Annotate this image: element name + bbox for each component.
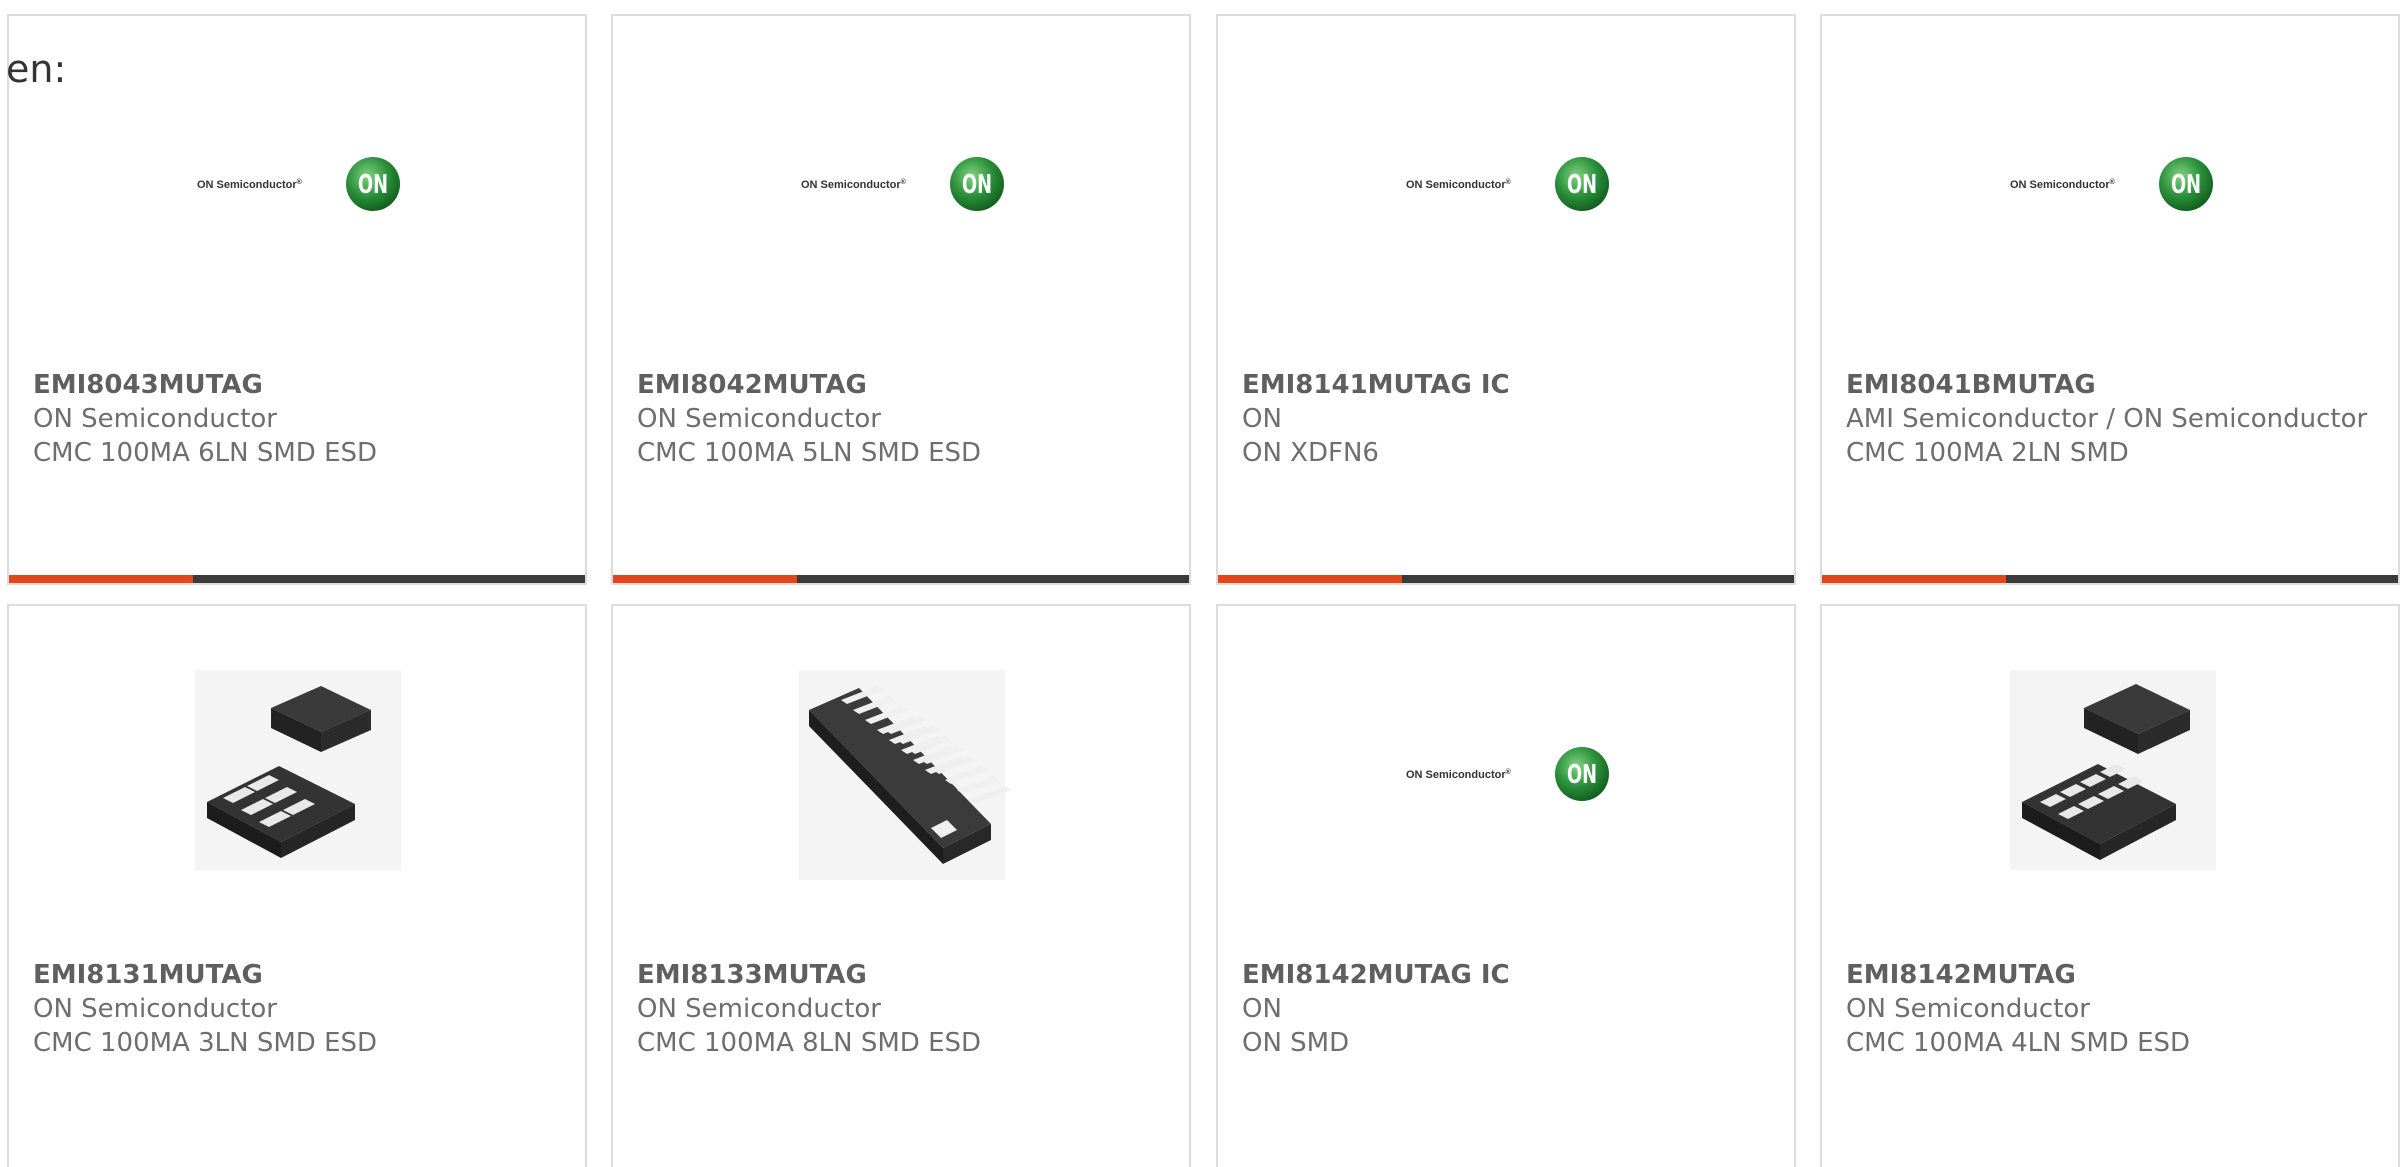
card-progress-fill xyxy=(1822,575,2007,583)
logo-badge: ON xyxy=(962,170,992,200)
product-image[interactable] xyxy=(9,606,585,936)
card-progress-fill xyxy=(9,575,194,583)
product-image[interactable] xyxy=(613,606,1189,936)
product-image[interactable]: ON Semiconductor® ON xyxy=(1218,16,1794,346)
language-label: en: xyxy=(6,47,67,91)
product-part-number[interactable]: EMI8131MUTAG xyxy=(33,958,569,992)
product-info: EMI8043MUTAG ON Semiconductor CMC 100MA 6L… xyxy=(33,368,569,470)
product-description: ON SMD xyxy=(1242,1028,1350,1058)
on-semiconductor-logo-image: ON Semiconductor® ON xyxy=(2010,157,2213,211)
logo-badge: ON xyxy=(1567,760,1597,790)
product-part-number[interactable]: EMI8041BMUTAG xyxy=(1846,368,2382,402)
card-progress-bar xyxy=(1218,575,1794,583)
product-description: CMC 100MA 8LN SMD ESD xyxy=(637,1028,982,1058)
product-part-number[interactable]: EMI8133MUTAG xyxy=(637,958,1173,992)
on-semiconductor-logo-image: ON Semiconductor® ON xyxy=(801,157,1004,211)
product-info: EMI8042MUTAG ON Semiconductor CMC 100MA 5L… xyxy=(637,368,1173,470)
product-grid-page: en: ON Semiconductor® ON EMI8043MUTAG ON … xyxy=(0,0,2400,1167)
logo-wordmark: ON Semiconductor® xyxy=(2010,178,2116,191)
product-image[interactable]: ON Semiconductor® ON xyxy=(1822,16,2398,346)
product-part-number[interactable]: EMI8043MUTAG xyxy=(33,368,569,402)
card-progress-bar xyxy=(9,575,585,583)
product-part-number[interactable]: EMI8042MUTAG xyxy=(637,368,1173,402)
product-description: CMC 100MA 4LN SMD ESD xyxy=(1846,1028,2191,1058)
product-card[interactable]: ON Semiconductor® ON EMI8142MUTAG IC ON ON… xyxy=(1216,604,1796,1167)
product-image[interactable]: ON Semiconductor® ON xyxy=(1218,606,1794,936)
product-manufacturer: ON Semiconductor xyxy=(637,404,881,434)
card-progress-fill xyxy=(613,575,798,583)
product-card[interactable]: ON Semiconductor® ON EMI8041BMUTAG AMI Se… xyxy=(1820,14,2400,585)
product-manufacturer: ON xyxy=(1242,994,1282,1024)
chip-package-8-pad-image xyxy=(2010,670,2216,870)
logo-badge: ON xyxy=(358,170,388,200)
product-info: EMI8142MUTAG ON Semiconductor CMC 100MA 4L… xyxy=(1846,958,2382,1060)
product-info: EMI8141MUTAG IC ON ON XDFN6 xyxy=(1242,368,1778,470)
logo-wordmark: ON Semiconductor® xyxy=(1406,768,1512,781)
on-semiconductor-logo-image: ON Semiconductor® ON xyxy=(197,157,400,211)
product-info: EMI8131MUTAG ON Semiconductor CMC 100MA 3L… xyxy=(33,958,569,1060)
product-part-number[interactable]: EMI8141MUTAG IC xyxy=(1242,368,1778,402)
product-part-number[interactable]: EMI8142MUTAG xyxy=(1846,958,2382,992)
product-description: CMC 100MA 3LN SMD ESD xyxy=(33,1028,378,1058)
product-manufacturer: AMI Semiconductor / ON Semiconductor xyxy=(1846,404,2368,434)
product-image[interactable]: ON Semiconductor® ON xyxy=(613,16,1189,346)
card-progress-bar xyxy=(613,575,1189,583)
logo-wordmark: ON Semiconductor® xyxy=(801,178,907,191)
logo-wordmark: ON Semiconductor® xyxy=(1406,178,1512,191)
product-description: ON XDFN6 xyxy=(1242,438,1379,468)
product-card[interactable]: EMI8131MUTAG ON Semiconductor CMC 100MA 3L… xyxy=(7,604,587,1167)
product-info: EMI8041BMUTAG AMI Semiconductor / ON Semi… xyxy=(1846,368,2382,470)
product-card[interactable]: ON Semiconductor® ON EMI8042MUTAG ON Semi… xyxy=(611,14,1191,585)
on-semiconductor-logo-image: ON Semiconductor® ON xyxy=(1406,157,1609,211)
card-progress-bar xyxy=(1822,575,2398,583)
card-progress-fill xyxy=(1218,575,1403,583)
logo-wordmark: ON Semiconductor® xyxy=(197,178,303,191)
product-manufacturer: ON xyxy=(1242,404,1282,434)
product-card[interactable]: ON Semiconductor® ON EMI8043MUTAG ON Semi… xyxy=(7,14,587,585)
product-manufacturer: ON Semiconductor xyxy=(1846,994,2090,1024)
product-info: EMI8142MUTAG IC ON ON SMD xyxy=(1242,958,1778,1060)
product-part-number[interactable]: EMI8142MUTAG IC xyxy=(1242,958,1778,992)
product-card[interactable]: EMI8133MUTAG ON Semiconductor CMC 100MA 8L… xyxy=(611,604,1191,1167)
product-image[interactable]: ON Semiconductor® ON xyxy=(9,16,585,346)
product-image[interactable] xyxy=(1822,606,2398,936)
logo-badge: ON xyxy=(2171,170,2201,200)
product-manufacturer: ON Semiconductor xyxy=(637,994,881,1024)
chip-package-6-pad-image xyxy=(195,670,401,870)
on-semiconductor-logo-image: ON Semiconductor® ON xyxy=(1406,747,1609,801)
product-manufacturer: ON Semiconductor xyxy=(33,994,277,1024)
product-card[interactable]: EMI8142MUTAG ON Semiconductor CMC 100MA 4L… xyxy=(1820,604,2400,1167)
product-info: EMI8133MUTAG ON Semiconductor CMC 100MA 8L… xyxy=(637,958,1173,1060)
product-card[interactable]: ON Semiconductor® ON EMI8141MUTAG IC ON ON… xyxy=(1216,14,1796,585)
chip-package-long-image xyxy=(799,670,1011,880)
product-manufacturer: ON Semiconductor xyxy=(33,404,277,434)
product-description: CMC 100MA 5LN SMD ESD xyxy=(637,438,982,468)
logo-badge: ON xyxy=(1567,170,1597,200)
product-description: CMC 100MA 2LN SMD xyxy=(1846,438,2129,468)
product-description: CMC 100MA 6LN SMD ESD xyxy=(33,438,378,468)
